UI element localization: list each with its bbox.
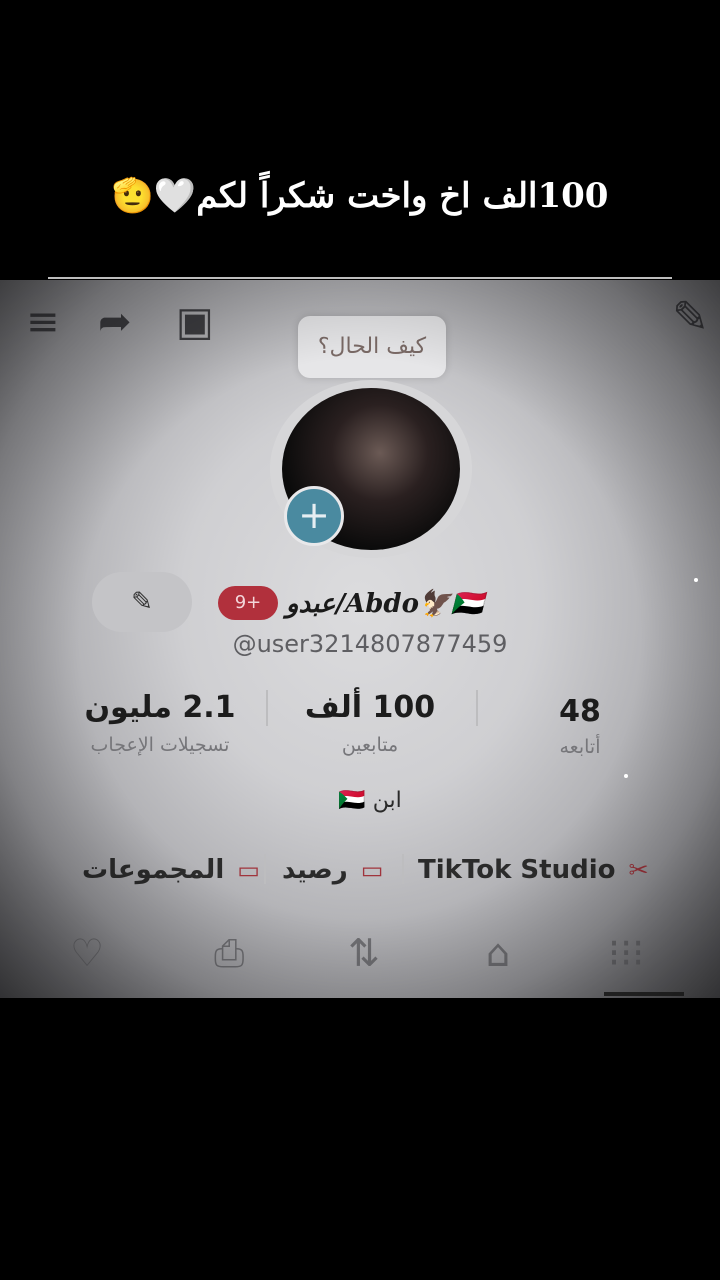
video-caption: 100الف اخ واخت شكراً لكم🤍🫡 [111,176,609,216]
likes-count: 2.1 مليون [84,690,236,725]
share-icon[interactable]: ➦ [98,302,132,342]
calendar-star-icon[interactable]: ▣ [176,302,214,342]
stat-divider [266,690,268,726]
balance-link[interactable]: رصيد ▭ [282,850,387,890]
menu-icon[interactable]: ≡ [26,302,60,342]
tiktok-studio-link[interactable]: TikTok Studio ✂ [418,850,653,890]
bookmark-icon[interactable]: ⎙ [214,932,244,974]
studio-icon: ✂ [628,856,649,884]
links-divider [264,854,266,884]
tiktok-studio-label: TikTok Studio [418,855,616,885]
lock-icon[interactable]: ⌂ [486,932,510,974]
bio: ابن 🇸🇩 [338,788,402,813]
pencil-icon: ✎ [131,587,153,617]
chat-icon: ▭ [237,856,260,884]
caption-divider [48,277,672,279]
stat-divider [476,690,478,726]
display-name: عبدو/Abdo🦅🇸🇩 [286,589,484,619]
balance-label: رصيد [282,855,348,885]
pen-icon: ✎ [672,292,709,343]
repost-icon[interactable]: ⇅ [348,932,380,974]
screen: 100الف اخ واخت شكراً لكم🤍🫡 ≡ ➦ ▣ ✎ كيف ا… [0,0,720,1280]
profile-note[interactable]: كيف الحال؟ [298,316,446,378]
following-label: أتابعه [559,736,601,758]
followers-count[interactable]: 100 ألف [280,690,460,725]
followers-label: متابعين [341,734,399,756]
username-handle: @user3214807877459 [232,630,508,658]
groups-link[interactable]: المجموعات ▭ [82,850,264,890]
sparkle [624,774,628,778]
profile-screenshot: ≡ ➦ ▣ ✎ كيف الحال؟ + ✎ 9+ عبدو/Abdo🦅🇸🇩 @… [0,280,720,998]
notification-badge: 9+ [218,586,278,620]
groups-label: المجموعات [82,855,225,885]
heart-icon[interactable]: ♡ [70,932,104,974]
active-tab-indicator [604,992,684,996]
likes-label: تسجيلات الإعجاب [90,734,230,756]
grid-icon[interactable]: ⁝⁝⁝ [608,932,644,974]
edit-profile-button[interactable]: ✎ [92,572,192,632]
wallet-icon: ▭ [360,856,384,884]
following-count[interactable]: 48 [520,694,640,729]
links-divider [402,854,404,884]
sparkle [694,578,698,582]
plus-icon[interactable]: + [284,486,344,546]
